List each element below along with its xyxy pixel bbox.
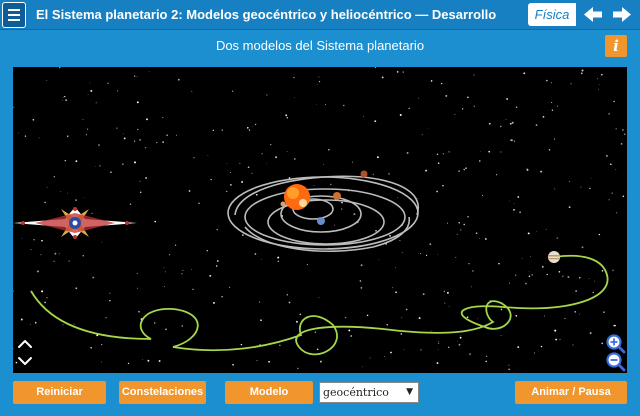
info-icon[interactable]: i (605, 35, 627, 57)
scroll-down-icon[interactable] (18, 357, 32, 365)
sky-scene (13, 67, 626, 372)
subject-label[interactable]: Física (528, 3, 576, 26)
zoom-out-icon[interactable] (606, 352, 626, 372)
moon (299, 199, 307, 207)
zoom-in-icon[interactable] (606, 334, 626, 354)
planet-mars (360, 170, 368, 178)
top-bar: El Sistema planetario 2: Modelos geocént… (0, 0, 640, 30)
model-select-value: geocéntrico (323, 386, 389, 399)
planet-trail (30, 254, 609, 356)
planet-jupiter (548, 251, 560, 263)
reset-button[interactable]: Reiniciar (13, 381, 106, 404)
back-arrow-icon[interactable] (580, 3, 606, 26)
forward-arrow-icon[interactable] (609, 3, 635, 26)
constellations-button[interactable]: Constelaciones (119, 381, 206, 404)
scroll-up-icon[interactable] (18, 340, 32, 348)
section-subtitle: Dos modelos del Sistema planetario (215, 38, 425, 53)
menu-icon[interactable] (2, 2, 26, 28)
animate-pause-button[interactable]: Animar / Pausa (515, 381, 627, 404)
planet-venus (333, 192, 341, 200)
planet-mercury (280, 201, 286, 207)
page-title: El Sistema planetario 2: Modelos geocént… (36, 7, 497, 22)
compass-rose-icon (13, 207, 137, 239)
chevron-down-icon: ▼ (406, 387, 413, 397)
sun (284, 184, 310, 210)
simulation-canvas[interactable] (13, 67, 627, 373)
planet-earth (317, 217, 325, 225)
model-select[interactable]: geocéntrico ▼ (319, 382, 419, 403)
orbit-paths (227, 175, 419, 252)
model-button[interactable]: Modelo (225, 381, 313, 404)
